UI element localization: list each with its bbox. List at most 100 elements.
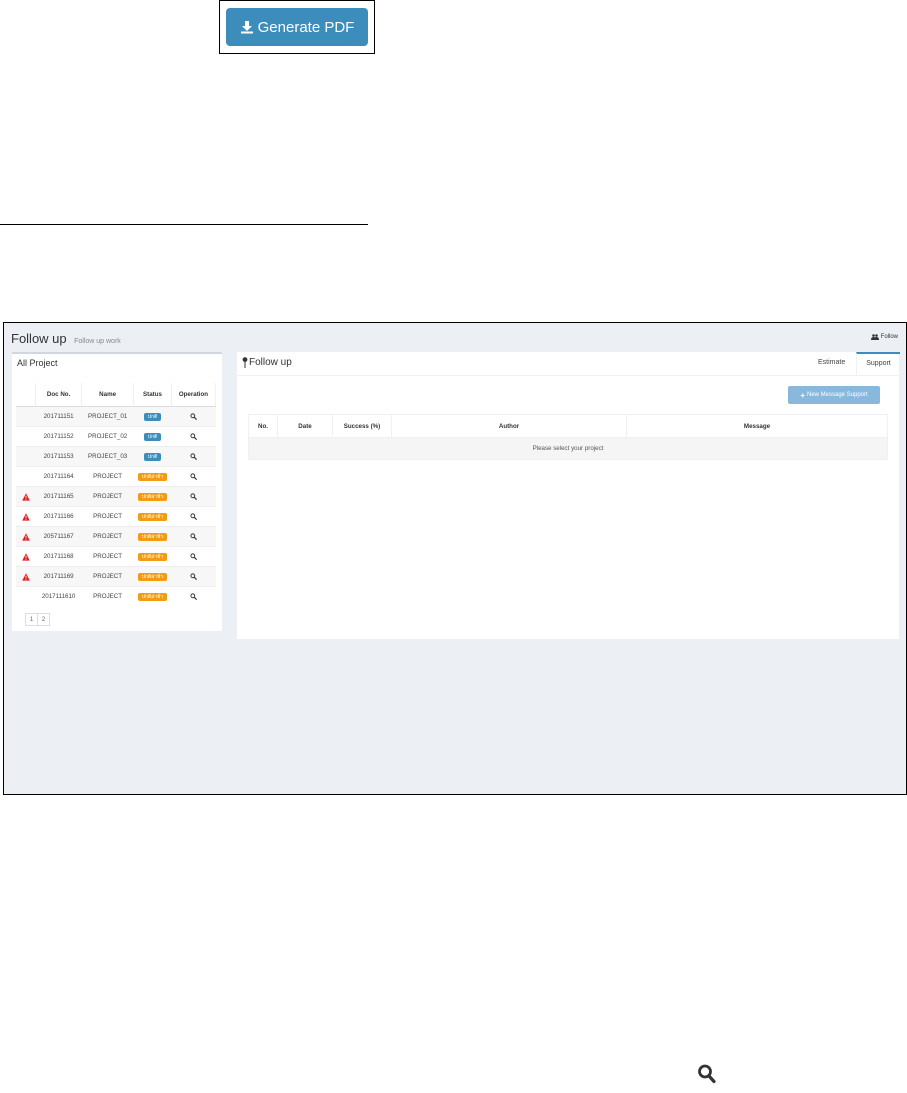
- operation-cell: [171, 506, 216, 527]
- status-badge: ปกติล่าช้า: [137, 592, 168, 601]
- status-badge: ปกติล่าช้า: [137, 492, 168, 501]
- project-table: Doc No. Name Status Operation 201711151 P…: [16, 383, 217, 606]
- page-subtitle: Follow up work: [74, 338, 121, 345]
- name-cell: PROJECT_02: [81, 426, 134, 447]
- warning-cell: [16, 546, 36, 567]
- name-cell: PROJECT: [81, 526, 134, 547]
- col-header-warning: [16, 383, 37, 407]
- table-row: 201711153 PROJECT_03 ปกติ: [16, 446, 216, 467]
- status-cell: ปกติล่าช้า: [133, 506, 172, 527]
- empty-row: Please select your project: [248, 437, 888, 460]
- breadcrumb[interactable]: Follow: [870, 334, 898, 340]
- doc-no-cell: 201711169: [35, 566, 82, 587]
- download-icon: [240, 21, 253, 34]
- view-search-icon[interactable]: [171, 413, 215, 420]
- warning-cell: [16, 446, 36, 467]
- table-row: 201711166 PROJECT ปกติล่าช้า: [16, 506, 216, 527]
- view-search-icon[interactable]: [171, 573, 215, 580]
- col-header-doc-no[interactable]: Doc No.: [35, 383, 83, 407]
- col-header-message[interactable]: Message: [626, 414, 888, 438]
- status-cell: ปกติล่าช้า: [133, 586, 172, 606]
- col-header-no[interactable]: No.: [248, 414, 278, 438]
- name-cell: PROJECT_03: [81, 446, 134, 467]
- view-search-icon[interactable]: [171, 493, 215, 500]
- doc-no-cell: 205711167: [35, 526, 82, 547]
- status-cell: ปกติ: [133, 426, 172, 447]
- table-row: 201711151 PROJECT_01 ปกติ: [16, 406, 216, 427]
- status-cell: ปกติล่าช้า: [133, 526, 172, 547]
- search-icon[interactable]: [697, 1063, 717, 1085]
- col-header-status[interactable]: Status: [133, 383, 172, 407]
- all-project-title: All Project: [17, 358, 58, 368]
- separator-line: [0, 224, 368, 225]
- view-search-icon[interactable]: [171, 433, 215, 440]
- status-badge: ปกติล่าช้า: [137, 552, 168, 561]
- warning-cell: [16, 426, 36, 447]
- status-cell: ปกติล่าช้า: [133, 566, 172, 587]
- operation-cell: [171, 486, 216, 507]
- doc-no-cell: 201711153: [35, 446, 82, 467]
- name-cell: PROJECT: [81, 486, 134, 507]
- warning-cell: [16, 586, 36, 606]
- doc-no-cell: 2017111610: [35, 586, 82, 606]
- status-cell: ปกติ: [133, 406, 172, 427]
- table-row: 201711168 PROJECT ปกติล่าช้า: [16, 546, 216, 567]
- view-search-icon[interactable]: [171, 553, 215, 560]
- doc-no-cell: 201711165: [35, 486, 82, 507]
- status-badge: ปกติ: [143, 412, 162, 421]
- table-row: 205711167 PROJECT ปกติล่าช้า: [16, 526, 216, 547]
- warning-cell: [16, 566, 36, 587]
- name-cell: PROJECT: [81, 546, 134, 567]
- operation-cell: [171, 546, 216, 567]
- operation-cell: [171, 406, 216, 427]
- project-table-body: 201711151 PROJECT_01 ปกติ 201711152 PROJECT_…: [16, 406, 216, 606]
- warning-cell: [16, 526, 36, 547]
- view-search-icon[interactable]: [171, 593, 215, 600]
- doc-no-cell: 201711151: [35, 406, 82, 427]
- name-cell: PROJECT: [81, 506, 134, 527]
- doc-no-cell: 201711152: [35, 426, 82, 447]
- map-pin-icon: [242, 357, 248, 368]
- operation-cell: [171, 526, 216, 547]
- all-project-box: All Project Doc No. Name Status Operatio…: [12, 352, 222, 631]
- new-message-support-label: New Message Support: [806, 392, 868, 398]
- view-search-icon[interactable]: [171, 473, 215, 480]
- warning-cell: [16, 466, 36, 487]
- doc-no-cell: 201711166: [35, 506, 82, 527]
- follow-up-box-header: Follow up Estimate Support: [237, 352, 900, 376]
- operation-cell: [171, 566, 216, 587]
- breadcrumb-label: Follow: [880, 334, 898, 340]
- page-2-button[interactable]: 2: [37, 613, 50, 626]
- content-header: Follow up Follow up work Follow: [11, 330, 906, 350]
- name-cell: PROJECT: [81, 566, 134, 587]
- tab-estimate[interactable]: Estimate: [818, 352, 845, 374]
- table-row: 2017111610 PROJECT ปกติล่าช้า: [16, 586, 216, 606]
- status-cell: ปกติ: [133, 446, 172, 467]
- warning-icon: [16, 532, 36, 541]
- status-cell: ปกติล่าช้า: [133, 546, 172, 567]
- warning-cell: [16, 406, 36, 427]
- view-search-icon[interactable]: [171, 533, 215, 540]
- warning-icon: [16, 572, 36, 581]
- col-header-name[interactable]: Name: [81, 383, 135, 407]
- empty-message: Please select your project: [248, 437, 888, 460]
- warning-icon: [16, 492, 36, 501]
- generate-pdf-frame: Generate PDF: [219, 0, 375, 54]
- name-cell: PROJECT: [81, 466, 134, 487]
- view-search-icon[interactable]: [171, 453, 215, 460]
- table-row: 201711152 PROJECT_02 ปกติ: [16, 426, 216, 447]
- col-header-success[interactable]: Success (%): [332, 414, 392, 438]
- generate-pdf-label: Generate PDF: [257, 18, 355, 36]
- col-header-date[interactable]: Date: [277, 414, 333, 438]
- new-message-support-button[interactable]: + New Message Support: [788, 386, 880, 404]
- status-badge: ปกติล่าช้า: [137, 532, 168, 541]
- tab-support[interactable]: Support: [856, 352, 900, 375]
- generate-pdf-button[interactable]: Generate PDF: [226, 8, 368, 46]
- warning-cell: [16, 486, 36, 507]
- doc-no-cell: 201711168: [35, 546, 82, 567]
- follow-up-title-label: Follow up: [249, 357, 292, 368]
- warning-icon: [16, 552, 36, 561]
- view-search-icon[interactable]: [171, 513, 215, 520]
- col-header-author[interactable]: Author: [391, 414, 627, 438]
- operation-cell: [171, 446, 216, 467]
